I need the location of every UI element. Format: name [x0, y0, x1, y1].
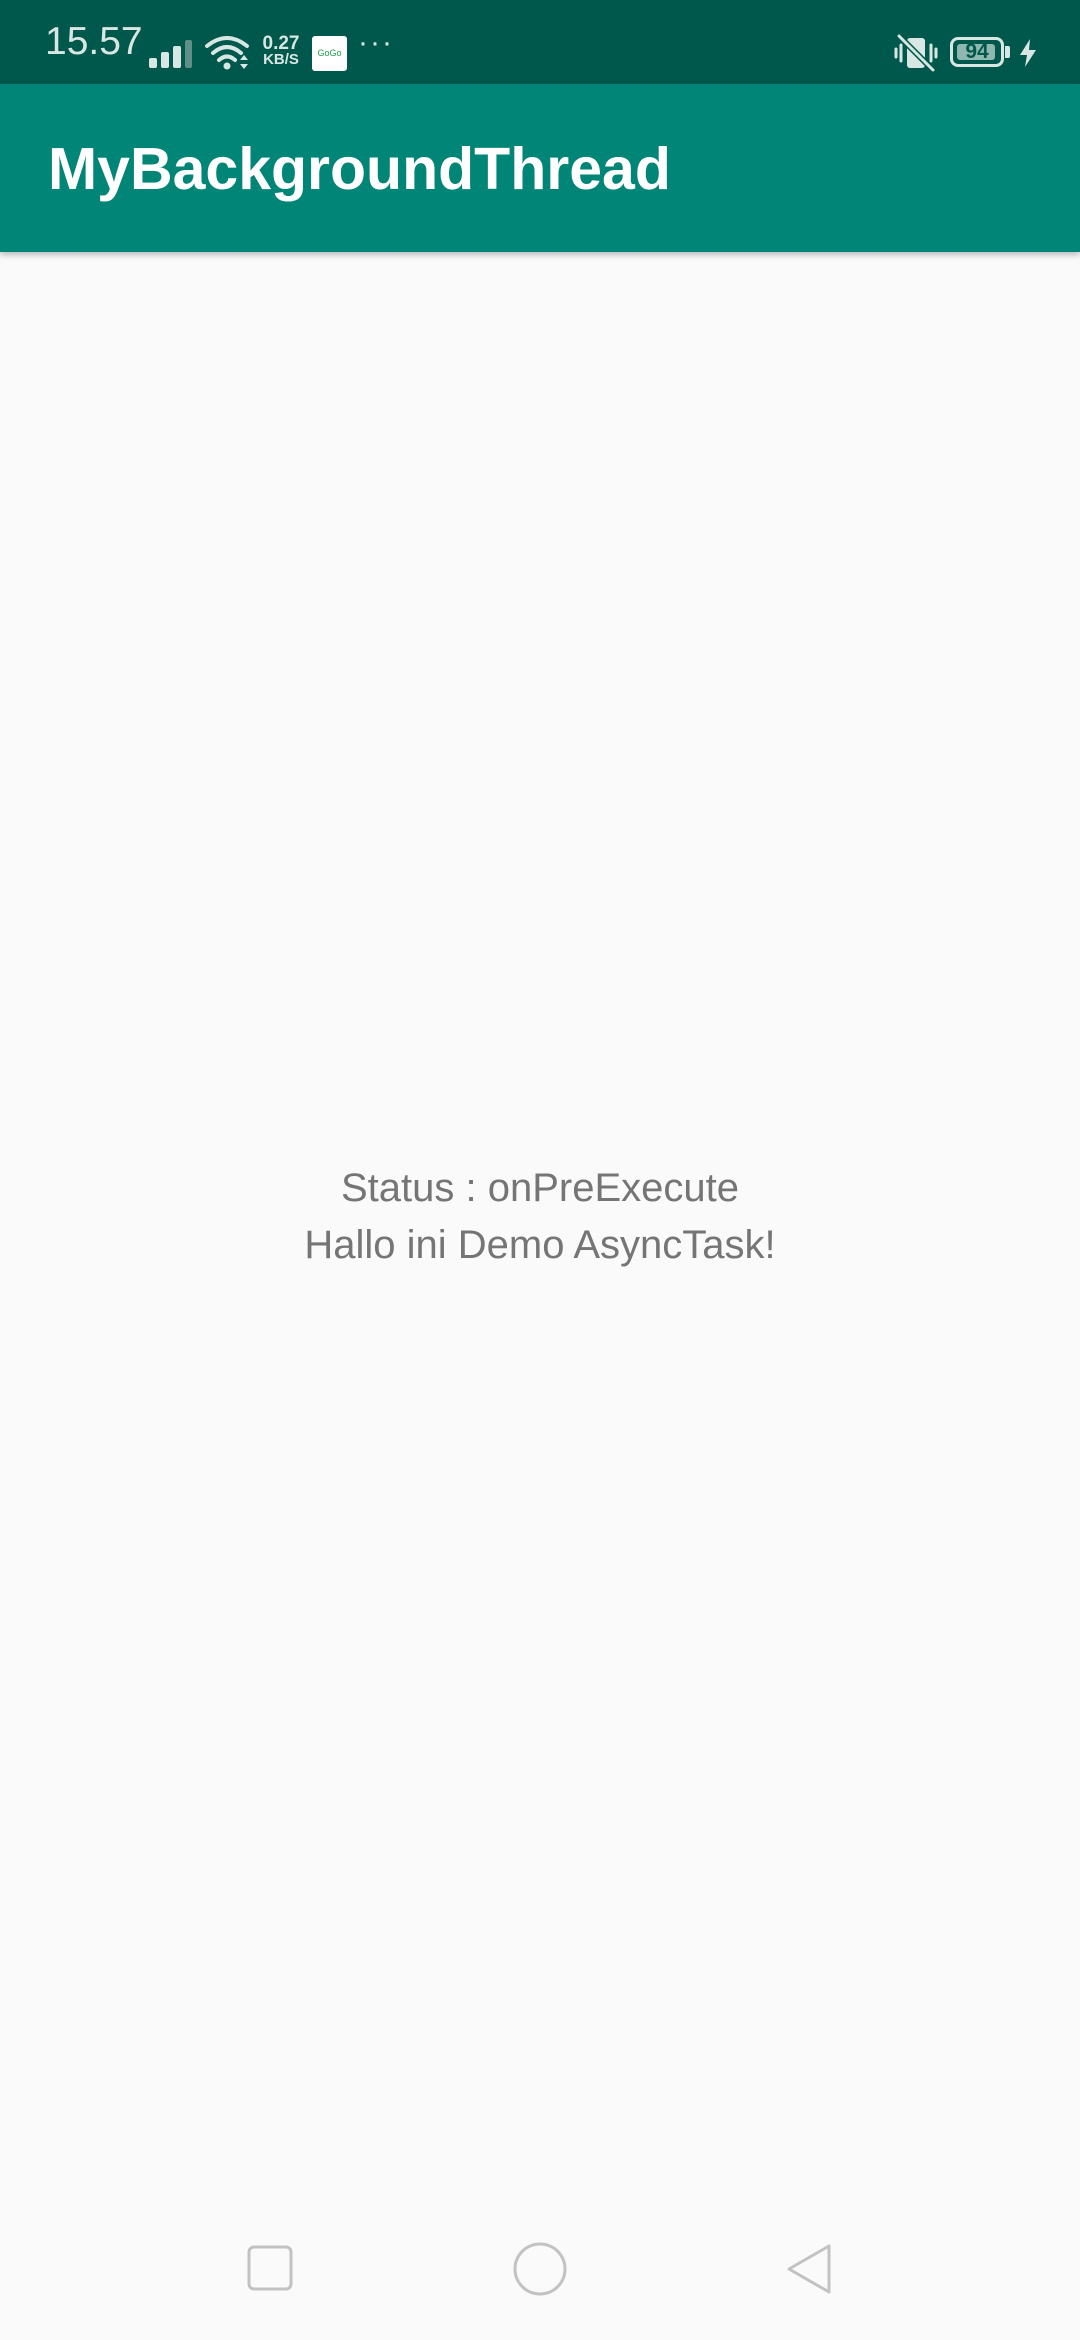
- recents-button[interactable]: [246, 2244, 294, 2292]
- battery-level-text: 94: [965, 40, 989, 63]
- network-speed: 0.27 KB/S: [256, 33, 306, 68]
- signal-icon: [149, 40, 192, 68]
- charging-icon: [1020, 39, 1036, 67]
- back-button[interactable]: [784, 2242, 834, 2296]
- navigation-bar: [0, 2204, 1080, 2340]
- home-button[interactable]: [512, 2241, 568, 2297]
- status-text: Status : onPreExecute: [340, 1166, 739, 1210]
- status-time: 15.57: [45, 20, 143, 63]
- battery-icon: 94: [950, 37, 1004, 67]
- status-bar: 15.57 0.27 KB/S GoGo ··· 94: [0, 0, 1080, 84]
- vibrate-icon: [894, 34, 938, 72]
- network-speed-value: 0.27: [262, 33, 300, 54]
- battery-tip: [1005, 46, 1010, 58]
- wifi-icon: [205, 36, 249, 70]
- message-text: Hallo ini Demo AsyncTask!: [304, 1223, 776, 1267]
- more-notifications-icon: ···: [358, 26, 394, 59]
- app-title: MyBackgroundThread: [48, 136, 671, 202]
- app-toolbar: MyBackgroundThread: [0, 84, 1080, 252]
- main-content: Status : onPreExecute Hallo ini Demo Asy…: [0, 1160, 1080, 1274]
- notification-app-icon: GoGo: [312, 36, 347, 71]
- network-speed-unit: KB/S: [263, 51, 299, 68]
